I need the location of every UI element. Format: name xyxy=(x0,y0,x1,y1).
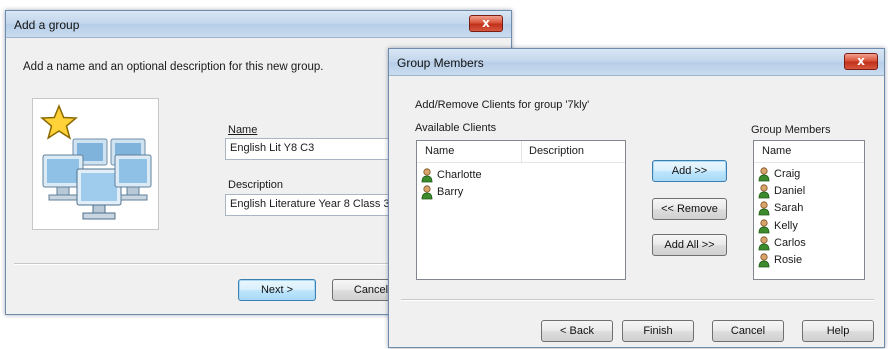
add-all-button[interactable]: Add All >> xyxy=(652,234,727,256)
group-members-header-text: Add/Remove Clients for group '7kly' xyxy=(415,99,590,111)
group-members-window: Group Members x Add/Remove Clients for g… xyxy=(388,48,885,348)
list-item-name: Daniel xyxy=(774,185,806,198)
group-members-close-button[interactable]: x xyxy=(844,53,878,70)
help-button[interactable]: Help xyxy=(802,320,874,342)
add-group-close-button[interactable]: x xyxy=(469,15,503,32)
add-group-titlebar[interactable]: Add a group x xyxy=(6,11,511,38)
available-clients-label: Available Clients xyxy=(415,122,497,134)
person-icon xyxy=(758,201,770,216)
person-icon xyxy=(758,218,770,233)
available-clients-list[interactable]: Name Description Charlotte Barry xyxy=(416,140,626,280)
group-members-list[interactable]: Name Craig Daniel Sarah Kelly Carlos Rosie xyxy=(753,140,865,280)
name-label: Name xyxy=(228,124,257,136)
group-members-titlebar[interactable]: Group Members x xyxy=(389,49,884,76)
list-item-name: Craig xyxy=(774,168,801,180)
add-button[interactable]: Add >> xyxy=(652,160,727,182)
column-divider[interactable] xyxy=(521,141,522,163)
computer-group-icon xyxy=(42,138,152,220)
group-members-title: Group Members xyxy=(397,56,484,70)
name-label-text: Name xyxy=(228,124,258,136)
remove-button[interactable]: << Remove xyxy=(652,198,727,220)
add-group-instructions: Add a name and an optional description f… xyxy=(23,61,324,73)
list-item-name: Charlotte xyxy=(437,169,482,181)
person-icon xyxy=(758,253,770,268)
list-item-name: Barry xyxy=(437,186,464,198)
add-group-title: Add a group xyxy=(14,18,80,32)
remove-button-label: << Remove xyxy=(661,203,718,215)
members-name-column[interactable]: Name xyxy=(762,145,791,157)
list-item-name: Rosie xyxy=(774,254,803,266)
person-icon xyxy=(421,168,433,183)
person-icon xyxy=(758,167,770,182)
group-members-separator xyxy=(401,299,874,301)
list-item-name: Kelly xyxy=(774,219,798,232)
available-list-header: Name Description xyxy=(417,141,625,163)
group-members-cancel-button[interactable]: Cancel xyxy=(712,320,784,342)
group-members-label: Group Members xyxy=(751,124,831,136)
list-item-name: Sarah xyxy=(774,202,804,215)
close-icon: x xyxy=(857,54,865,68)
list-item-name: Carlos xyxy=(774,236,806,249)
person-icon xyxy=(758,184,770,199)
available-name-column[interactable]: Name xyxy=(425,145,454,157)
members-list-header: Name xyxy=(754,141,864,163)
finish-button[interactable]: Finish xyxy=(622,320,694,342)
person-icon xyxy=(421,185,433,200)
group-graphic-panel xyxy=(32,98,159,230)
back-button[interactable]: < Back xyxy=(541,320,613,342)
close-icon: x xyxy=(482,16,490,30)
next-button[interactable]: Next > xyxy=(238,279,316,301)
available-description-column[interactable]: Description xyxy=(529,145,584,157)
description-label: Description xyxy=(228,179,284,191)
person-icon xyxy=(758,236,770,251)
